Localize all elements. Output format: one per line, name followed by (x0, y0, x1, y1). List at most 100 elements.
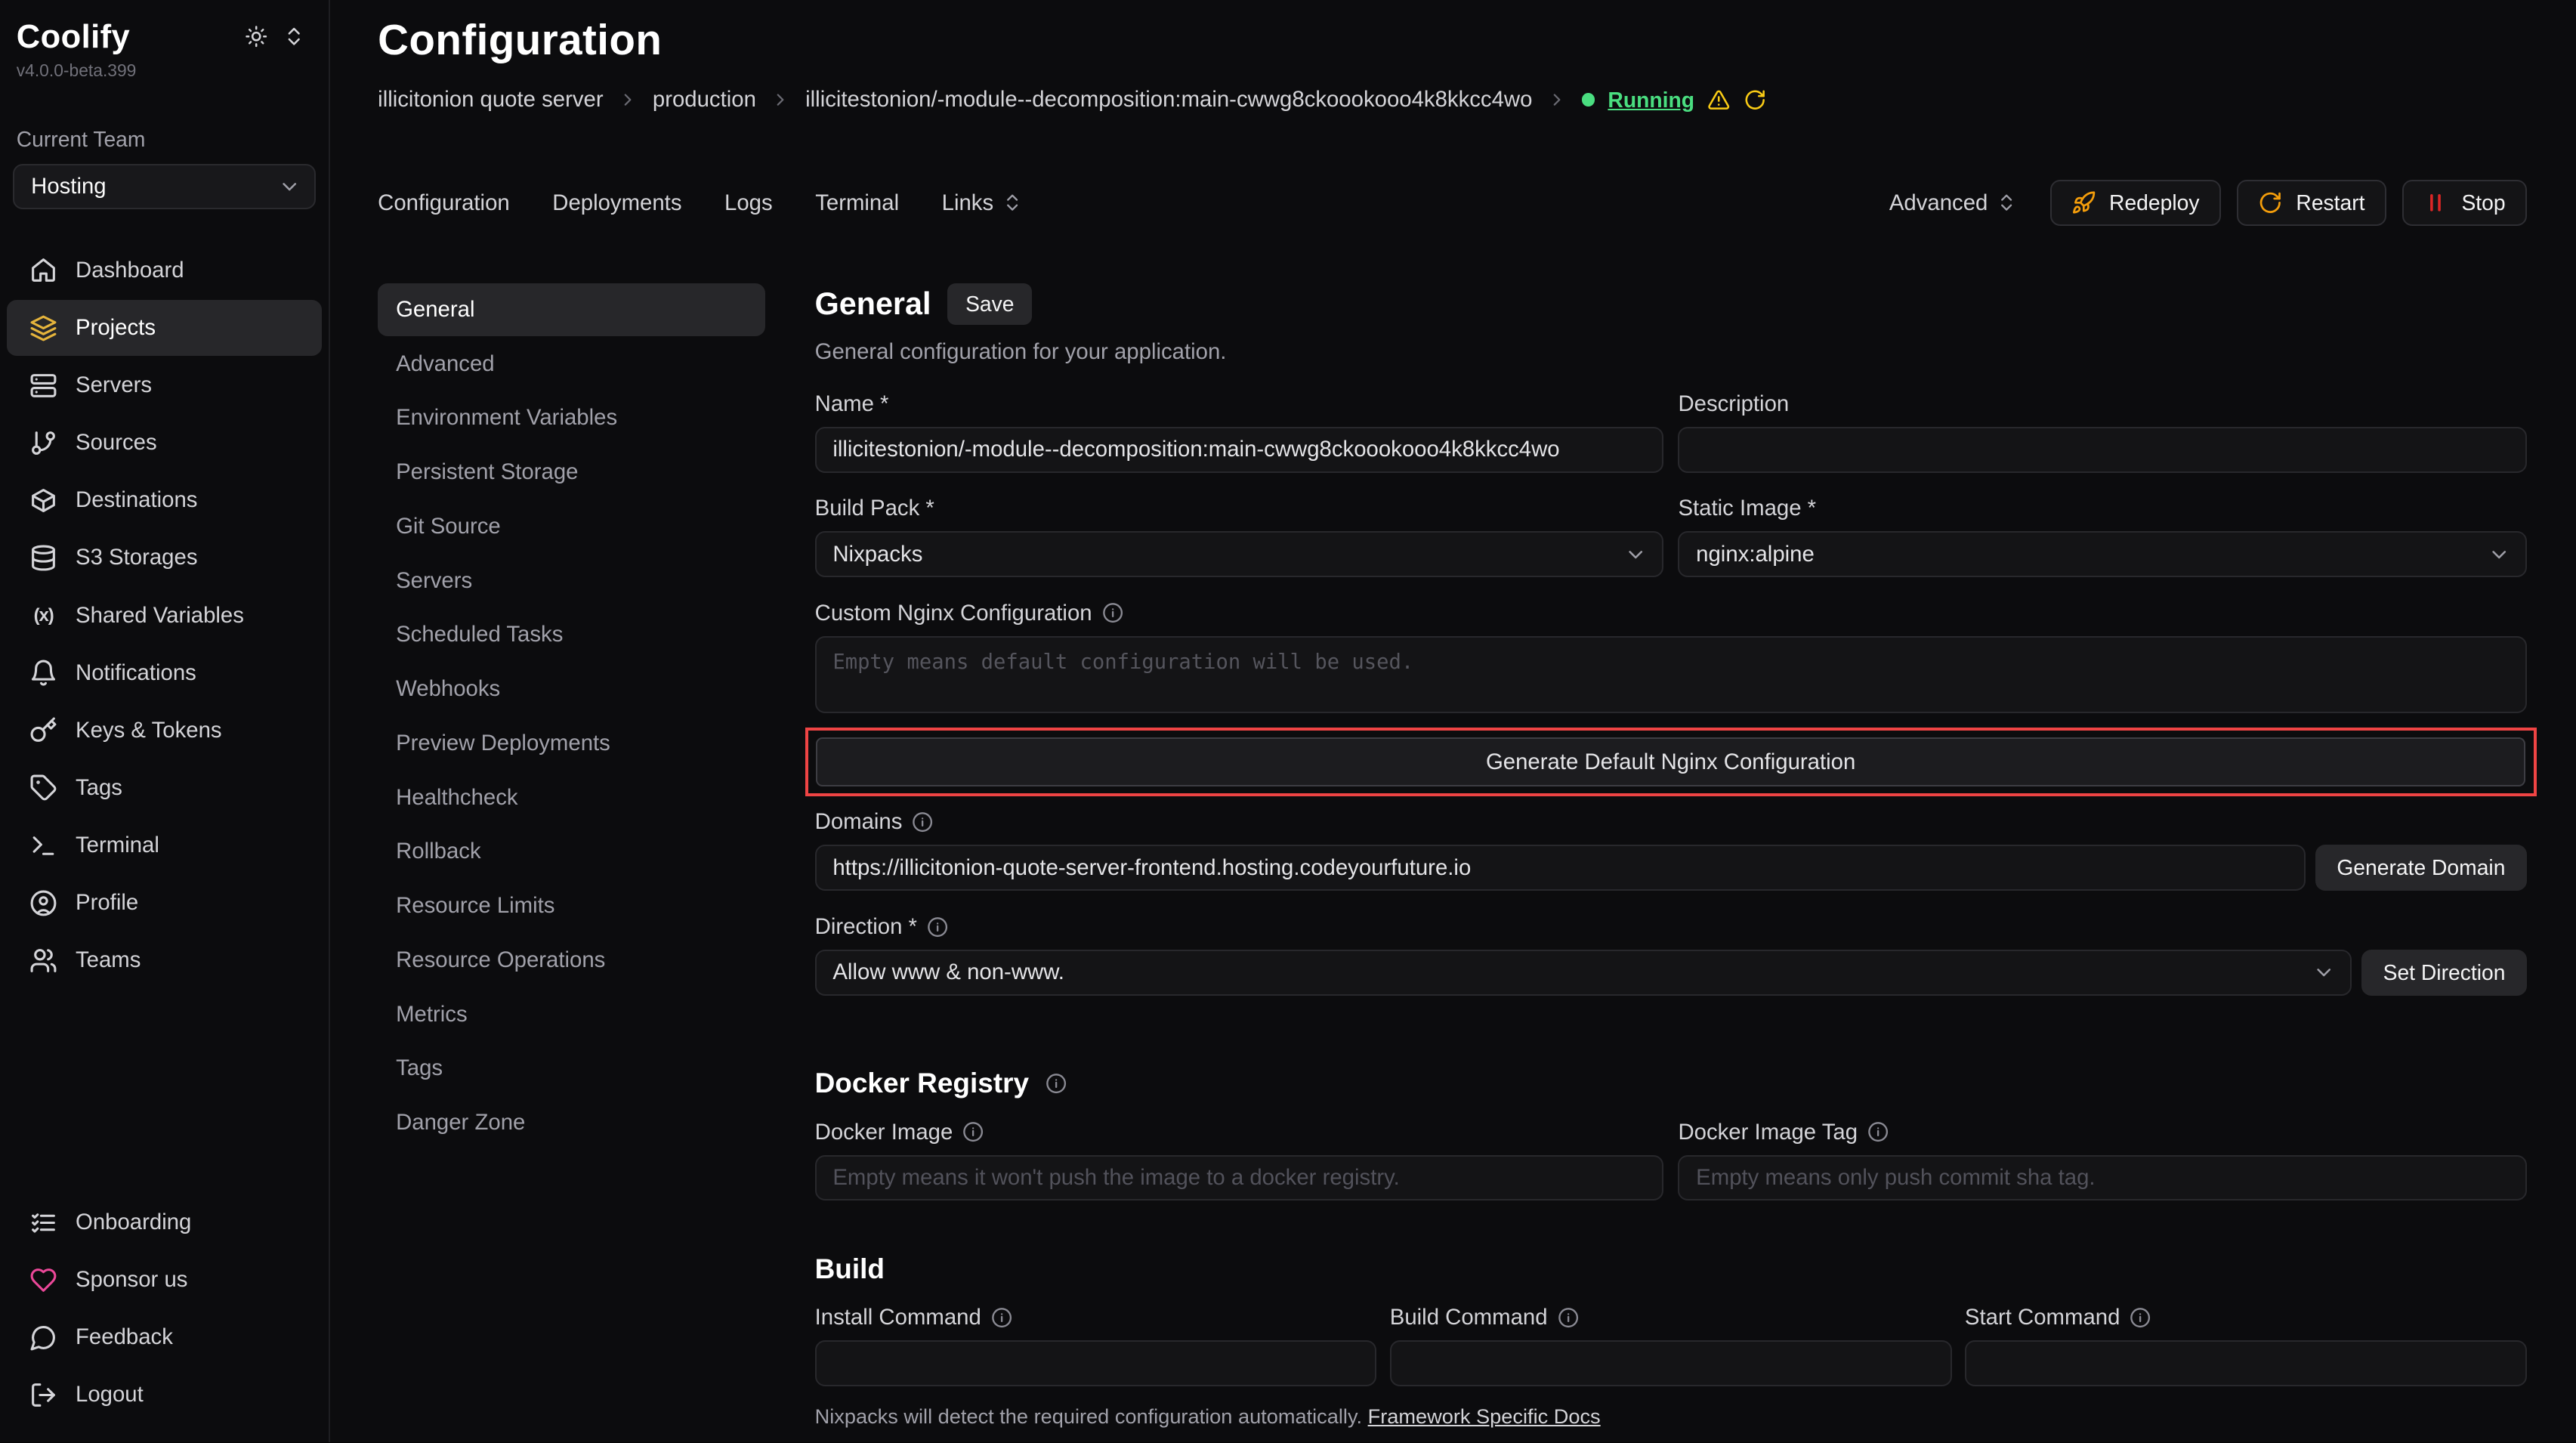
info-icon[interactable] (1046, 1073, 1067, 1094)
sidebar-item-servers[interactable]: Servers (7, 357, 323, 413)
start-command-field-group: Start Command (1965, 1305, 2527, 1386)
team-select[interactable]: Hosting (13, 164, 315, 210)
subnav-item-webhooks[interactable]: Webhooks (378, 663, 765, 715)
nixpacks-note-text: Nixpacks will detect the required config… (815, 1404, 1362, 1428)
user-circle-icon (29, 889, 57, 917)
subnav-item-danger-zone[interactable]: Danger Zone (378, 1096, 765, 1149)
build-pack-select[interactable]: Nixpacks (815, 531, 1663, 577)
status-badge[interactable]: Running (1608, 88, 1694, 113)
sidebar-item-onboarding[interactable]: Onboarding (7, 1194, 323, 1250)
sidebar-item-feedback[interactable]: Feedback (7, 1309, 323, 1365)
subnav-item-metrics[interactable]: Metrics (378, 988, 765, 1041)
subnav-item-git-source[interactable]: Git Source (378, 500, 765, 553)
sidebar-item-terminal[interactable]: Terminal (7, 817, 323, 873)
sidebar-item-s3-storages[interactable]: S3 Storages (7, 530, 323, 586)
generate-domain-button[interactable]: Generate Domain (2315, 845, 2527, 891)
description-input[interactable] (1678, 427, 2526, 473)
breadcrumb-environment[interactable]: production (653, 87, 756, 113)
install-command-field-group: Install Command (815, 1305, 1377, 1386)
info-icon[interactable] (2130, 1307, 2151, 1328)
domains-label: Domains (815, 809, 2306, 835)
info-icon[interactable] (1102, 602, 1123, 623)
redeploy-label: Redeploy (2109, 190, 2199, 215)
sidebar-item-profile[interactable]: Profile (7, 875, 323, 931)
sidebar-item-dashboard[interactable]: Dashboard (7, 243, 323, 298)
toolbar-actions: Advanced Redeploy Restart Stop (1889, 180, 2527, 226)
docker-registry-title: Docker Registry (815, 1068, 1029, 1099)
docker-image-input[interactable] (815, 1155, 1663, 1201)
tab-deployments[interactable]: Deployments (552, 190, 681, 216)
redeploy-button[interactable]: Redeploy (2050, 180, 2221, 226)
sidebar-item-logout[interactable]: Logout (7, 1367, 323, 1423)
subnav-item-persistent-storage[interactable]: Persistent Storage (378, 446, 765, 499)
info-icon[interactable] (927, 916, 948, 938)
tab-configuration[interactable]: Configuration (378, 190, 510, 216)
subnav-item-tags[interactable]: Tags (378, 1043, 765, 1095)
sidebar-item-sponsor[interactable]: Sponsor us (7, 1252, 323, 1308)
sun-icon[interactable] (245, 25, 267, 48)
tag-icon (29, 774, 57, 802)
info-icon[interactable] (1558, 1307, 1579, 1328)
subnav-item-preview-deployments[interactable]: Preview Deployments (378, 717, 765, 770)
subnav-item-advanced[interactable]: Advanced (378, 338, 765, 391)
subnav-item-servers[interactable]: Servers (378, 555, 765, 607)
sidebar-item-tags[interactable]: Tags (7, 760, 323, 816)
save-button[interactable]: Save (947, 283, 1032, 324)
direction-select[interactable]: Allow www & non-www. (815, 950, 2352, 996)
chevrons-up-down-icon (1996, 192, 2017, 213)
warning-triangle-icon[interactable] (1707, 88, 1730, 111)
framework-docs-link[interactable]: Framework Specific Docs (1368, 1404, 1601, 1428)
breadcrumb-resource[interactable]: illicitestonion/-module--decomposition:m… (805, 87, 1532, 113)
build-pack-value: Nixpacks (832, 542, 922, 567)
status-group: Running (1582, 88, 1767, 113)
name-input[interactable] (815, 427, 1663, 473)
chevrons-up-down-icon[interactable] (283, 25, 305, 48)
tab-terminal[interactable]: Terminal (815, 190, 899, 216)
advanced-label: Advanced (1889, 190, 1988, 216)
nginx-config-textarea[interactable] (815, 636, 2527, 713)
sidebar-item-teams[interactable]: Teams (7, 932, 323, 988)
subnav-item-scheduled-tasks[interactable]: Scheduled Tasks (378, 609, 765, 662)
bell-icon (29, 659, 57, 687)
build-command-input[interactable] (1390, 1340, 1952, 1386)
subnav-item-healthcheck[interactable]: Healthcheck (378, 771, 765, 824)
static-image-select[interactable]: nginx:alpine (1678, 531, 2526, 577)
stop-button[interactable]: Stop (2402, 180, 2526, 226)
sidebar-item-shared-variables[interactable]: (x) Shared Variables (7, 588, 323, 644)
refresh-icon[interactable] (1744, 88, 1766, 111)
docker-image-tag-label: Docker Image Tag (1678, 1120, 2526, 1145)
advanced-dropdown[interactable]: Advanced (1889, 190, 2018, 216)
subnav-item-environment-variables[interactable]: Environment Variables (378, 392, 765, 445)
install-command-input[interactable] (815, 1340, 1377, 1386)
sidebar-item-projects[interactable]: Projects (7, 300, 323, 356)
restart-button[interactable]: Restart (2237, 180, 2386, 226)
breadcrumb-project[interactable]: illicitonion quote server (378, 87, 603, 113)
info-icon[interactable] (1867, 1121, 1889, 1142)
sidebar-item-sources[interactable]: Sources (7, 415, 323, 471)
sidebar-item-notifications[interactable]: Notifications (7, 645, 323, 701)
subnav-item-rollback[interactable]: Rollback (378, 826, 765, 879)
tab-links[interactable]: Links (942, 190, 1024, 216)
sidebar-item-keys-tokens[interactable]: Keys & Tokens (7, 703, 323, 759)
subnav-item-resource-operations[interactable]: Resource Operations (378, 934, 765, 987)
direction-label: Direction * (815, 914, 2352, 940)
info-icon[interactable] (962, 1121, 984, 1142)
sidebar-item-destinations[interactable]: Destinations (7, 472, 323, 528)
nixpacks-note: Nixpacks will detect the required config… (815, 1404, 2527, 1429)
chevron-right-icon (1547, 90, 1567, 110)
set-direction-button[interactable]: Set Direction (2361, 950, 2526, 996)
domains-input[interactable] (815, 845, 2306, 891)
subnav-item-general[interactable]: General (378, 283, 765, 336)
install-command-label: Install Command (815, 1305, 1377, 1330)
info-icon[interactable] (912, 811, 933, 833)
generate-nginx-config-button[interactable]: Generate Default Nginx Configuration (816, 737, 2525, 786)
tab-logs[interactable]: Logs (724, 190, 773, 216)
pause-icon (2423, 190, 2448, 215)
start-command-input[interactable] (1965, 1340, 2527, 1386)
brand-row: Coolify (0, 20, 329, 56)
coolify-app: Coolify v4.0.0-beta.399 Current Team Hos… (0, 0, 2576, 1442)
subnav-item-resource-limits[interactable]: Resource Limits (378, 879, 765, 932)
docker-image-tag-input[interactable] (1678, 1155, 2526, 1201)
info-icon[interactable] (991, 1307, 1012, 1328)
current-team-label: Current Team (0, 81, 329, 163)
